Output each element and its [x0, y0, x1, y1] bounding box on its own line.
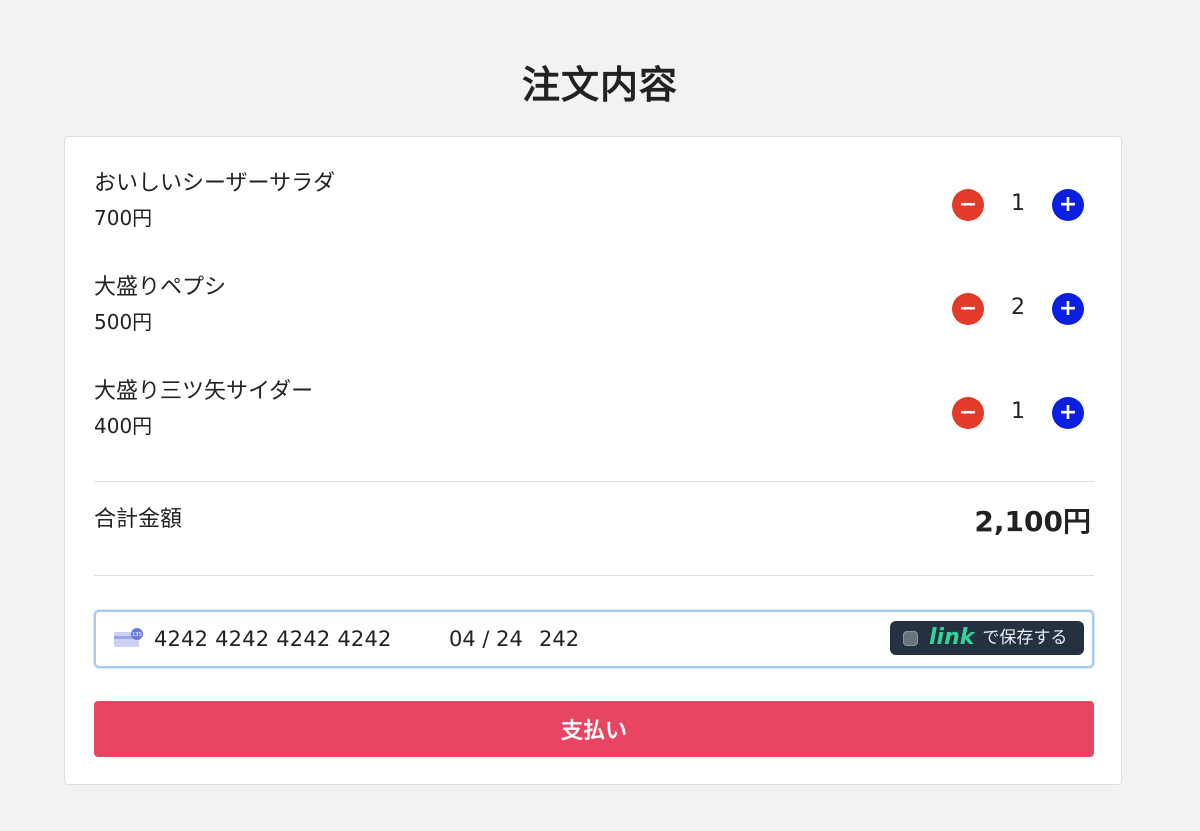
link-logo: link	[929, 625, 975, 650]
minus-icon: −	[958, 400, 978, 425]
order-item: 大盛りペプシ 500円 − 2 +	[94, 273, 1094, 343]
item-price: 500円	[94, 310, 153, 334]
item-quantity: 1	[1011, 191, 1025, 216]
minus-icon: −	[958, 192, 978, 217]
increase-button[interactable]: +	[1052, 397, 1084, 429]
link-checkbox[interactable]	[903, 630, 918, 646]
plus-icon: +	[1058, 296, 1078, 321]
quantity-stepper: − 2 +	[952, 293, 1084, 327]
page-title: 注文内容	[521, 63, 678, 107]
decrease-button[interactable]: −	[952, 189, 984, 221]
divider	[94, 481, 1094, 482]
order-card: おいしいシーザーサラダ 700円 − 1 + 大盛りペプシ 500円 − 2 +…	[64, 136, 1122, 785]
card-number-input[interactable]: 4242 4242 4242 4242	[154, 626, 392, 652]
svg-text:135: 135	[132, 632, 142, 638]
quantity-stepper: − 1 +	[952, 397, 1084, 431]
credit-card-icon: 135	[114, 628, 144, 648]
item-price: 700円	[94, 206, 153, 230]
item-quantity: 1	[1011, 399, 1025, 424]
increase-button[interactable]: +	[1052, 293, 1084, 325]
divider	[94, 575, 1094, 576]
minus-icon: −	[958, 296, 978, 321]
decrease-button[interactable]: −	[952, 293, 984, 325]
total-amount: 2,100円	[974, 505, 1091, 538]
plus-icon: +	[1058, 192, 1078, 217]
item-name: 大盛りペプシ	[94, 275, 227, 300]
item-price: 400円	[94, 414, 153, 438]
item-name: 大盛り三ツ矢サイダー	[94, 379, 314, 404]
link-save-label: で保存する	[982, 627, 1068, 648]
order-item: おいしいシーザーサラダ 700円 − 1 +	[94, 169, 1094, 239]
quantity-stepper: − 1 +	[952, 189, 1084, 223]
plus-icon: +	[1058, 400, 1078, 425]
card-cvc-input[interactable]: 242	[539, 626, 579, 652]
pay-button[interactable]: 支払い	[94, 701, 1094, 757]
item-quantity: 2	[1011, 295, 1025, 320]
item-name: おいしいシーザーサラダ	[94, 171, 336, 196]
card-details-field[interactable]: 135 4242 4242 4242 4242 04 / 24 242 link…	[94, 610, 1094, 668]
decrease-button[interactable]: −	[952, 397, 984, 429]
increase-button[interactable]: +	[1052, 189, 1084, 221]
card-expiry-input[interactable]: 04 / 24	[449, 626, 523, 652]
total-label: 合計金額	[94, 507, 183, 532]
link-save-toggle[interactable]: link で保存する	[890, 621, 1084, 655]
order-item: 大盛り三ツ矢サイダー 400円 − 1 +	[94, 377, 1094, 447]
